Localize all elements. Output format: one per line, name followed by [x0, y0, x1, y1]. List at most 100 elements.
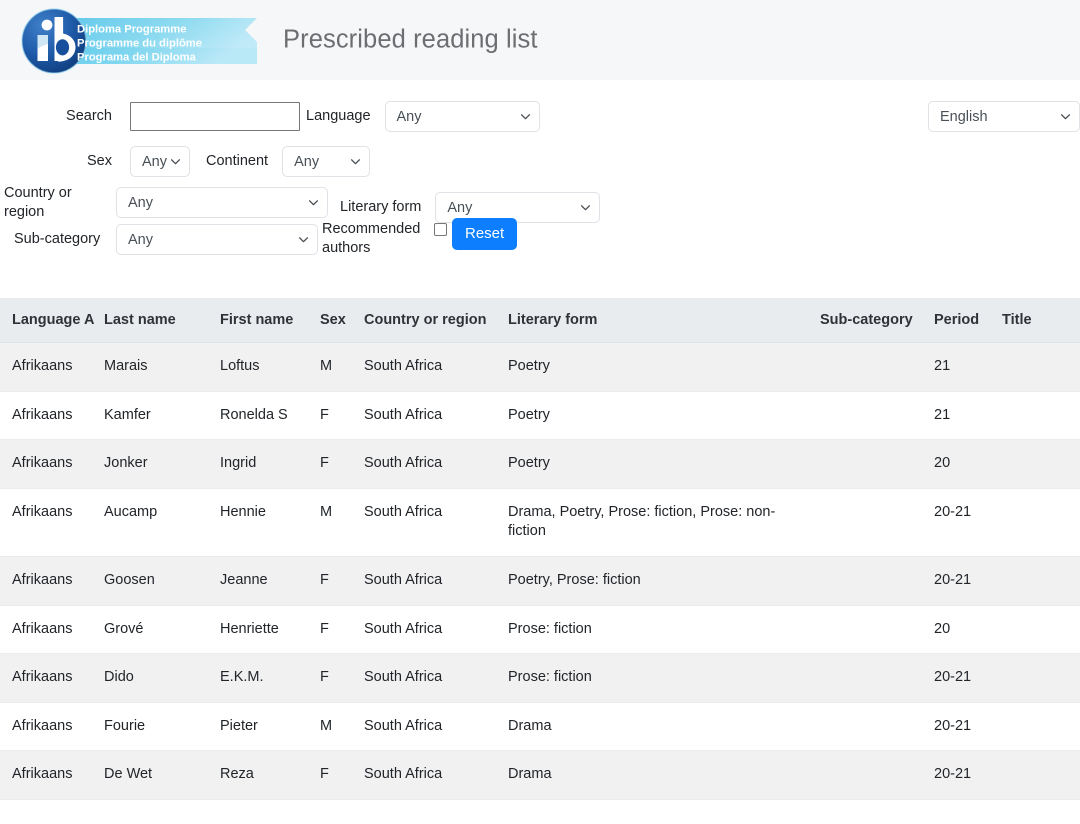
- sub-category-label: Sub-category: [14, 230, 112, 249]
- cell-language-a: Afrikaans: [0, 605, 104, 654]
- cell-last-name: Kamfer: [104, 391, 220, 440]
- continent-select[interactable]: Any: [282, 146, 370, 177]
- cell-sex: M: [320, 488, 364, 556]
- table-row[interactable]: Afrikaans Marais Loftus M South Africa P…: [0, 343, 1080, 392]
- svg-text:Programme du diplôme: Programme du diplôme: [77, 38, 202, 50]
- page-title: Prescribed reading list: [283, 26, 538, 55]
- search-input[interactable]: [130, 102, 300, 131]
- column-header-last-name[interactable]: Last name: [104, 298, 220, 343]
- recommended-authors-checkbox[interactable]: [434, 223, 447, 236]
- cell-first-name: Ingrid: [220, 440, 320, 489]
- search-label: Search: [30, 107, 112, 126]
- cell-literary-form: Poetry, Prose: fiction: [508, 556, 820, 605]
- cell-language-a: Afrikaans: [0, 343, 104, 392]
- cell-first-name: Reza: [220, 751, 320, 800]
- cell-sex: F: [320, 556, 364, 605]
- table-row[interactable]: Afrikaans De Wet Reza F South Africa Dra…: [0, 751, 1080, 800]
- table-row[interactable]: Afrikaans Dido E.K.M. F South Africa Pro…: [0, 654, 1080, 703]
- reading-list-table: Language A Last name First name Sex Coun…: [0, 298, 1080, 800]
- svg-text:Diploma Programme: Diploma Programme: [77, 24, 186, 36]
- sex-filter-group: Sex Any: [30, 146, 190, 177]
- table-row[interactable]: Afrikaans Goosen Jeanne F South Africa P…: [0, 556, 1080, 605]
- cell-sex: F: [320, 605, 364, 654]
- cell-last-name: Marais: [104, 343, 220, 392]
- sub-category-select-value: Any: [128, 232, 153, 248]
- cell-last-name: Jonker: [104, 440, 220, 489]
- sex-select[interactable]: Any: [130, 146, 190, 177]
- cell-first-name: Pieter: [220, 702, 320, 751]
- column-header-sex[interactable]: Sex: [320, 298, 364, 343]
- cell-first-name: Ronelda S: [220, 391, 320, 440]
- cell-sex: M: [320, 702, 364, 751]
- cell-first-name: Hennie: [220, 488, 320, 556]
- cell-literary-form: Prose: fiction: [508, 654, 820, 703]
- cell-language-a: Afrikaans: [0, 654, 104, 703]
- cell-literary-form: Drama, Poetry, Prose: fiction, Prose: no…: [508, 488, 820, 556]
- cell-title: [1002, 605, 1080, 654]
- cell-language-a: Afrikaans: [0, 440, 104, 489]
- language-select-value: Any: [397, 109, 422, 125]
- chevron-down-icon: [171, 159, 180, 165]
- cell-sex: F: [320, 391, 364, 440]
- country-or-region-label: Country or region: [4, 184, 112, 221]
- cell-last-name: Goosen: [104, 556, 220, 605]
- table-body: Afrikaans Marais Loftus M South Africa P…: [0, 343, 1080, 800]
- column-header-sub-category[interactable]: Sub-category: [820, 298, 934, 343]
- language-filter-group: Language Any: [306, 101, 540, 132]
- cell-first-name: Loftus: [220, 343, 320, 392]
- cell-sex: F: [320, 654, 364, 703]
- ib-diploma-programme-logo: Diploma Programme Programme du diplôme P…: [14, 8, 258, 74]
- column-header-country[interactable]: Country or region: [364, 298, 508, 343]
- sub-category-select[interactable]: Any: [116, 224, 318, 255]
- cell-literary-form: Poetry: [508, 391, 820, 440]
- cell-sub-category: [820, 440, 934, 489]
- column-header-literary-form[interactable]: Literary form: [508, 298, 820, 343]
- chevron-down-icon: [581, 205, 590, 211]
- table-row[interactable]: Afrikaans Kamfer Ronelda S F South Afric…: [0, 391, 1080, 440]
- cell-last-name: Grové: [104, 605, 220, 654]
- table-row[interactable]: Afrikaans Grové Henriette F South Africa…: [0, 605, 1080, 654]
- cell-period: 20-21: [934, 654, 1002, 703]
- country-or-region-select[interactable]: Any: [116, 187, 328, 218]
- search-field-group: Search: [30, 102, 300, 131]
- chevron-down-icon: [309, 200, 318, 206]
- recommended-authors-label: Recommended authors: [322, 220, 434, 257]
- site-language-select[interactable]: English: [928, 101, 1080, 132]
- cell-first-name: E.K.M.: [220, 654, 320, 703]
- cell-title: [1002, 702, 1080, 751]
- chevron-down-icon: [351, 159, 360, 165]
- table-row[interactable]: Afrikaans Aucamp Hennie M South Africa D…: [0, 488, 1080, 556]
- sex-select-value: Any: [142, 154, 167, 170]
- column-header-period[interactable]: Period: [934, 298, 1002, 343]
- cell-sub-category: [820, 751, 934, 800]
- column-header-language-a[interactable]: Language A: [0, 298, 104, 343]
- cell-period: 20: [934, 605, 1002, 654]
- cell-sub-category: [820, 702, 934, 751]
- cell-literary-form: Poetry: [508, 343, 820, 392]
- cell-literary-form: Drama: [508, 751, 820, 800]
- cell-title: [1002, 391, 1080, 440]
- table-row[interactable]: Afrikaans Jonker Ingrid F South Africa P…: [0, 440, 1080, 489]
- cell-country: South Africa: [364, 751, 508, 800]
- cell-language-a: Afrikaans: [0, 751, 104, 800]
- cell-title: [1002, 488, 1080, 556]
- cell-period: 21: [934, 391, 1002, 440]
- column-header-title[interactable]: Title: [1002, 298, 1080, 343]
- cell-last-name: De Wet: [104, 751, 220, 800]
- cell-literary-form: Prose: fiction: [508, 605, 820, 654]
- cell-sub-category: [820, 605, 934, 654]
- cell-sub-category: [820, 343, 934, 392]
- cell-sex: F: [320, 440, 364, 489]
- cell-country: South Africa: [364, 702, 508, 751]
- cell-country: South Africa: [364, 654, 508, 703]
- column-header-first-name[interactable]: First name: [220, 298, 320, 343]
- cell-country: South Africa: [364, 343, 508, 392]
- language-select[interactable]: Any: [385, 101, 540, 132]
- cell-sub-category: [820, 654, 934, 703]
- cell-country: South Africa: [364, 488, 508, 556]
- table-row[interactable]: Afrikaans Fourie Pieter M South Africa D…: [0, 702, 1080, 751]
- cell-country: South Africa: [364, 605, 508, 654]
- reset-button[interactable]: Reset: [452, 218, 517, 250]
- chevron-down-icon: [1061, 114, 1070, 120]
- cell-first-name: Henriette: [220, 605, 320, 654]
